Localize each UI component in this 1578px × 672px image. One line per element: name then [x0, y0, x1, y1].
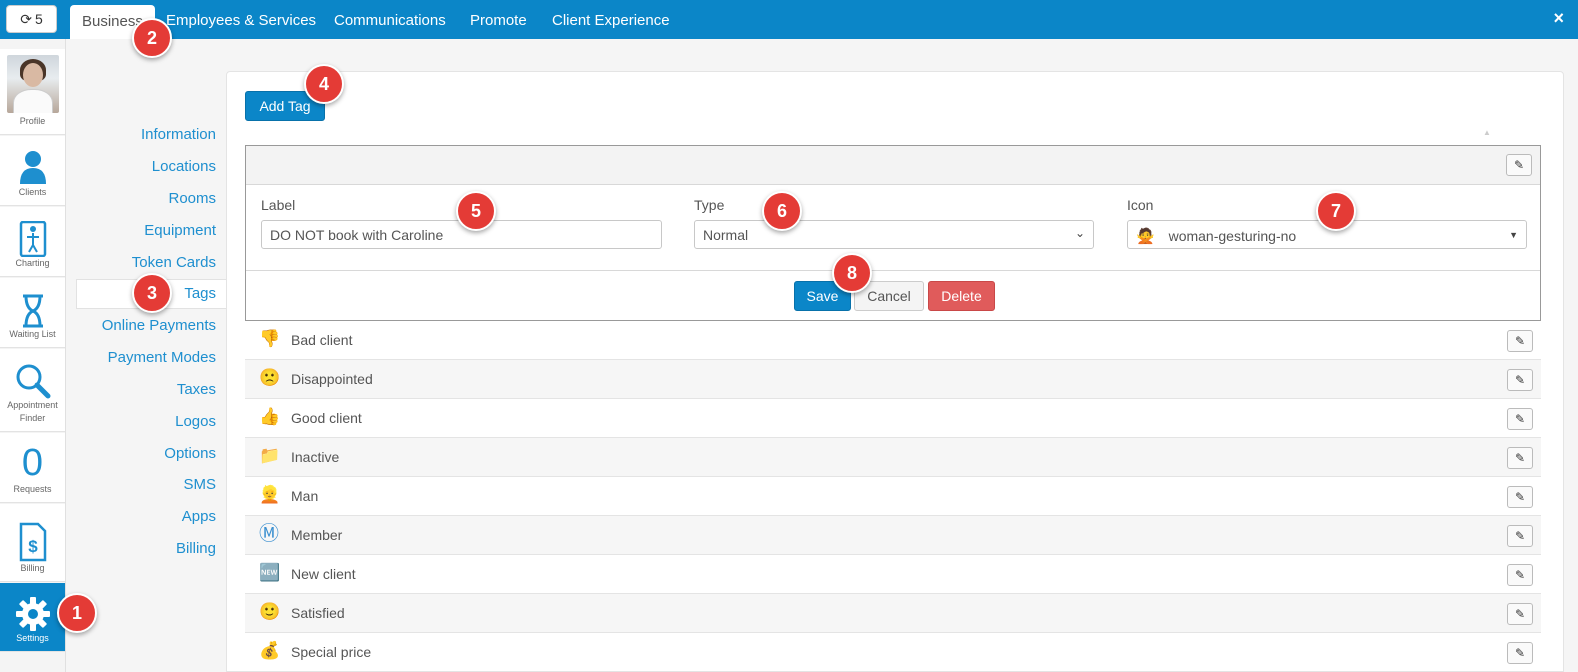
type-field-label: Type	[694, 197, 725, 213]
type-select[interactable]: Normal ⌄	[694, 220, 1094, 249]
edit-icon[interactable]: ✎	[1507, 408, 1533, 430]
edit-icon[interactable]: ✎	[1507, 330, 1533, 352]
new-badge-icon: 🆕	[259, 563, 281, 582]
tags-panel: Add Tag ▲ ✎ Label DO NOT book with Carol…	[226, 71, 1564, 672]
edit-icon[interactable]: ✎	[1507, 603, 1533, 625]
tab-employees-services[interactable]: Employees & Services	[166, 0, 316, 39]
tag-row-disappointed[interactable]: 🙁 Disappointed ✎	[245, 360, 1541, 399]
invoice-icon: $	[19, 522, 46, 562]
thumbs-up-icon: 👍	[259, 407, 281, 426]
thumbs-down-icon: 👎	[259, 329, 281, 348]
tag-row-inactive[interactable]: 📁 Inactive ✎	[245, 438, 1541, 477]
top-nav-bar: ⟳ 5 Business Employees & Services Commun…	[0, 0, 1578, 39]
label-field-label: Label	[261, 197, 296, 213]
callout-2: 2	[132, 18, 172, 58]
close-icon[interactable]: ×	[1553, 8, 1564, 29]
tag-row-member[interactable]: Ⓜ Member ✎	[245, 516, 1541, 555]
subnav-equipment[interactable]: Equipment	[144, 222, 216, 239]
man-icon: 👱	[259, 485, 281, 504]
person-icon	[19, 151, 46, 184]
tag-row-new-client[interactable]: 🆕 New client ✎	[245, 555, 1541, 594]
tag-row-man[interactable]: 👱 Man ✎	[245, 477, 1541, 516]
callout-1: 1	[57, 593, 97, 633]
requests-count: 0	[21, 442, 44, 484]
sidebar-item-waiting-list[interactable]: Waiting List	[0, 278, 65, 348]
subnav-options[interactable]: Options	[164, 445, 216, 462]
edit-icon[interactable]: ✎	[1507, 642, 1533, 664]
subnav-logos[interactable]: Logos	[175, 413, 216, 430]
delete-button[interactable]: Delete	[928, 281, 995, 311]
callout-4: 4	[304, 64, 344, 104]
edit-form-footer: Save Cancel Delete	[246, 270, 1540, 321]
sidebar-item-billing[interactable]: $ Billing	[0, 504, 65, 582]
tab-client-experience[interactable]: Client Experience	[552, 0, 670, 39]
sidebar-item-appointment-finder[interactable]: Appointment Finder	[0, 349, 65, 432]
subnav-rooms[interactable]: Rooms	[168, 190, 216, 207]
settings-subnav: Information Locations Rooms Equipment To…	[66, 39, 226, 672]
callout-5: 5	[456, 191, 496, 231]
subnav-information[interactable]: Information	[141, 126, 216, 143]
tag-edit-form: ✎ Label DO NOT book with Caroline Type N…	[245, 145, 1541, 321]
edit-icon[interactable]: ✎	[1507, 486, 1533, 508]
woman-gesturing-no-icon: 🙅	[1136, 228, 1155, 245]
sidebar-item-profile[interactable]: Profile	[0, 49, 65, 135]
edit-icon[interactable]: ✎	[1507, 564, 1533, 586]
callout-7: 7	[1316, 191, 1356, 231]
icon-field-label: Icon	[1127, 197, 1154, 213]
folder-icon: 📁	[259, 446, 281, 465]
callout-6: 6	[762, 191, 802, 231]
edit-icon[interactable]: ✎	[1507, 447, 1533, 469]
circled-m-icon: Ⓜ	[259, 523, 279, 545]
refresh-button[interactable]: ⟳ 5	[6, 5, 57, 33]
callout-3: 3	[132, 273, 172, 313]
sidebar-item-settings[interactable]: Settings	[0, 583, 65, 652]
tab-promote[interactable]: Promote	[470, 0, 527, 39]
caret-down-icon: ▼	[1509, 230, 1518, 240]
svg-text:$: $	[28, 537, 38, 556]
hourglass-icon	[22, 294, 43, 328]
subnav-locations[interactable]: Locations	[152, 158, 216, 175]
edit-form-header: ✎	[246, 146, 1540, 185]
subnav-payment-modes[interactable]: Payment Modes	[108, 349, 216, 366]
avatar	[6, 55, 59, 113]
tag-row-good-client[interactable]: 👍 Good client ✎	[245, 399, 1541, 438]
icon-sidebar: Profile Clients Charting Waiting List Ap…	[0, 39, 66, 672]
subnav-token-cards[interactable]: Token Cards	[132, 254, 216, 271]
refresh-icon: ⟳	[20, 10, 32, 27]
subnav-sms[interactable]: SMS	[183, 476, 216, 493]
frowning-face-icon: 🙁	[259, 368, 281, 387]
tag-row-special-price[interactable]: 💰 Special price ✎	[245, 633, 1541, 672]
sidebar-item-clients[interactable]: Clients	[0, 136, 65, 206]
tag-row-satisfied[interactable]: 🙂 Satisfied ✎	[245, 594, 1541, 633]
smiling-face-icon: 🙂	[259, 602, 281, 621]
tag-row-bad-client[interactable]: 👎 Bad client ✎	[245, 321, 1541, 360]
gear-icon	[15, 597, 50, 631]
callout-8: 8	[832, 253, 872, 293]
subnav-taxes[interactable]: Taxes	[177, 381, 216, 398]
sidebar-item-requests[interactable]: 0 Requests	[0, 433, 65, 503]
subnav-online-payments[interactable]: Online Payments	[102, 317, 216, 334]
money-bag-icon: 💰	[259, 641, 281, 660]
edit-icon[interactable]: ✎	[1507, 369, 1533, 391]
subnav-billing[interactable]: Billing	[176, 540, 216, 557]
sort-up-icon[interactable]: ▲	[1483, 128, 1491, 137]
edit-icon[interactable]: ✎	[1507, 525, 1533, 547]
subnav-apps[interactable]: Apps	[182, 508, 216, 525]
sidebar-item-charting[interactable]: Charting	[0, 207, 65, 277]
tab-communications[interactable]: Communications	[334, 0, 446, 39]
chevron-down-icon: ⌄	[1074, 226, 1085, 240]
chart-body-icon	[19, 221, 46, 257]
edit-icon[interactable]: ✎	[1506, 154, 1532, 176]
magnifier-icon	[16, 364, 50, 399]
